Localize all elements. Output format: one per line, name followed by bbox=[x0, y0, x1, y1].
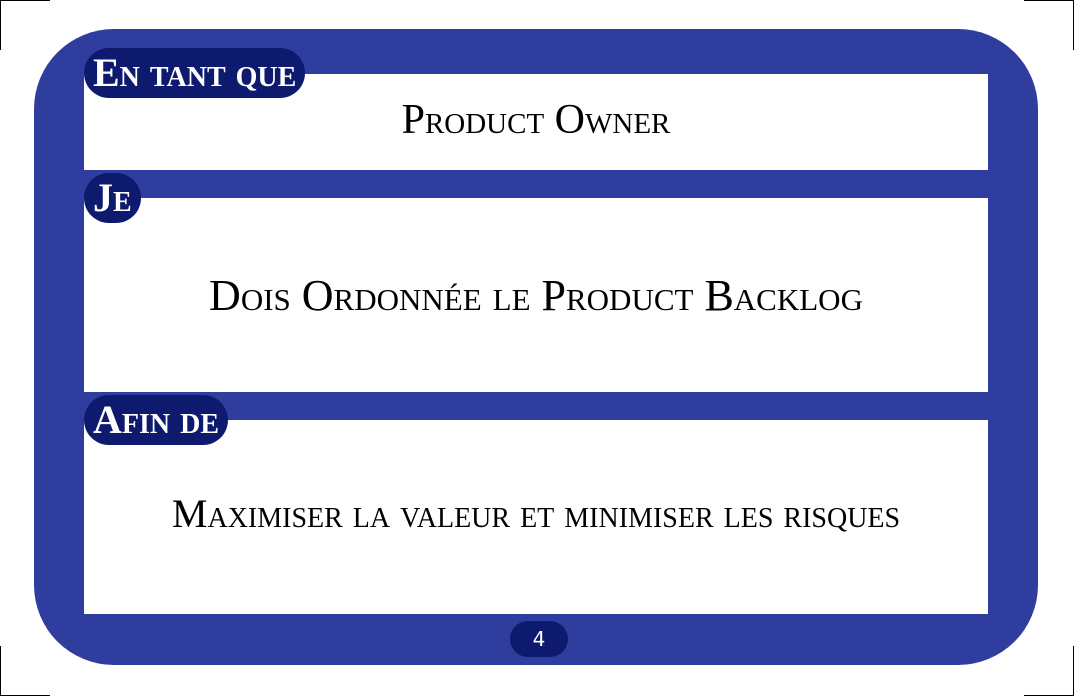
action-panel: Dois Ordonnée le Product Backlog bbox=[84, 198, 988, 392]
goal-value: Maximiser la valeur et minimiser les ris… bbox=[171, 490, 901, 536]
user-story-card: Product Owner Dois Ordonnée le Product B… bbox=[34, 29, 1038, 665]
action-value: Dois Ordonnée le Product Backlog bbox=[209, 270, 863, 320]
page-number-badge: 4 bbox=[510, 621, 568, 657]
role-label-tag: En tant que bbox=[84, 48, 306, 98]
crop-mark-bottom-left-v bbox=[0, 646, 1, 696]
goal-label-tag: Afin de bbox=[84, 395, 229, 445]
crop-mark-top-right-h bbox=[1024, 0, 1074, 1]
role-value: Product Owner bbox=[401, 97, 671, 143]
goal-panel: Maximiser la valeur et minimiser les ris… bbox=[84, 420, 988, 614]
crop-mark-top-left-h bbox=[0, 0, 50, 1]
crop-mark-top-left-v bbox=[0, 0, 1, 50]
action-label-tag: Je bbox=[84, 173, 141, 223]
